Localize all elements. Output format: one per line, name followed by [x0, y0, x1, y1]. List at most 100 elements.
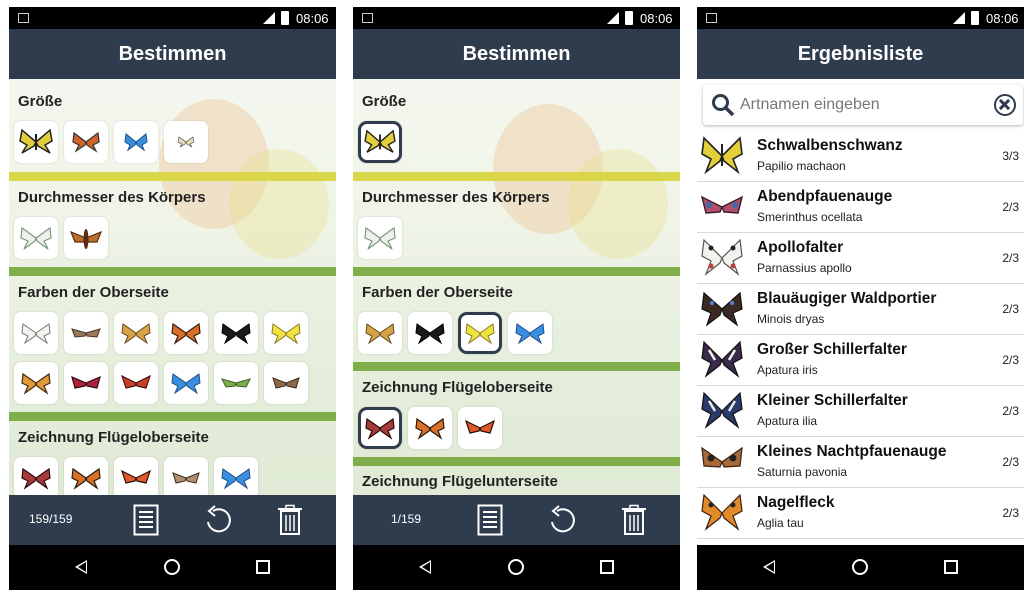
- status-bar: 08:06: [9, 7, 336, 29]
- color-option-orange[interactable]: [164, 312, 208, 354]
- butterfly-icon: [121, 323, 151, 345]
- battery-icon: [281, 11, 289, 25]
- recent-apps-icon[interactable]: [944, 560, 958, 574]
- section-divider: [353, 267, 680, 276]
- pattern-option-5[interactable]: [214, 457, 258, 495]
- match-score: 2/3: [1002, 200, 1019, 214]
- search-placeholder: Artnamen eingeben: [740, 96, 880, 113]
- color-option-brown-gray[interactable]: [64, 312, 108, 354]
- butterfly-icon: [20, 226, 52, 250]
- color-option-blue[interactable]: [508, 312, 552, 354]
- back-icon[interactable]: [75, 560, 87, 574]
- section-divider: [9, 412, 336, 421]
- result-counter: 1/159: [391, 512, 422, 526]
- pattern-option-1-selected[interactable]: [358, 407, 402, 449]
- image-notification-icon: [362, 13, 373, 23]
- color-option-green[interactable]: [214, 362, 258, 404]
- phone-screen-bestimmen-1: 08:06 Bestimmen Größe Durchmesser des Kö…: [9, 7, 336, 590]
- color-option-white[interactable]: [14, 312, 58, 354]
- undo-icon[interactable]: [203, 504, 233, 536]
- color-option-blue[interactable]: [164, 362, 208, 404]
- list-item[interactable]: Apollofalter Parnassius apollo 2/3: [697, 233, 1024, 284]
- list-icon[interactable]: [477, 504, 503, 536]
- list-item[interactable]: Nagelfleck Aglia tau 2/3: [697, 488, 1024, 539]
- size-option-small[interactable]: [114, 121, 158, 163]
- list-item[interactable]: Kleiner Schillerfalter Apatura ilia 2/3: [697, 386, 1024, 437]
- section-title-upper-pattern: Zeichnung Flügeloberseite: [18, 429, 209, 446]
- pattern-option-3[interactable]: [114, 457, 158, 495]
- size-option-large[interactable]: [14, 121, 58, 163]
- butterfly-icon: [21, 372, 51, 395]
- color-option-ochre[interactable]: [114, 312, 158, 354]
- undo-icon[interactable]: [547, 504, 577, 536]
- body-option-thin[interactable]: [14, 217, 58, 259]
- list-item[interactable]: Kleines Nachtpfauenauge Saturnia pavonia…: [697, 437, 1024, 488]
- pattern-option-2[interactable]: [408, 407, 452, 449]
- clear-search-icon[interactable]: [994, 94, 1016, 116]
- list-item[interactable]: Schwalbenschwanz Papilio machaon 3/3: [697, 131, 1024, 182]
- butterfly-thumbnail-icon: [701, 493, 743, 531]
- section-title-body-diameter: Durchmesser des Körpers: [18, 189, 206, 206]
- pattern-option-2[interactable]: [64, 457, 108, 495]
- species-name: Blauäugiger Waldportier: [757, 290, 937, 307]
- species-latin-name: Minois dryas: [757, 312, 825, 326]
- color-option-red-black[interactable]: [64, 362, 108, 404]
- list-item[interactable]: Abendpfauenauge Smerinthus ocellata 2/3: [697, 182, 1024, 233]
- species-name: Apollofalter: [757, 239, 844, 256]
- color-option-yellow-selected[interactable]: [458, 312, 502, 354]
- battery-icon: [625, 11, 633, 25]
- species-latin-name: Aglia tau: [757, 516, 804, 530]
- list-item[interactable]: Blauäugiger Waldportier Minois dryas 2/3: [697, 284, 1024, 335]
- butterfly-icon: [69, 229, 103, 249]
- page-title: Ergebnisliste: [697, 29, 1024, 79]
- status-time: 08:06: [986, 11, 1019, 26]
- color-option-black[interactable]: [408, 312, 452, 354]
- butterfly-icon: [21, 323, 51, 345]
- size-option-medium[interactable]: [64, 121, 108, 163]
- size-option-large-selected[interactable]: [358, 121, 402, 163]
- match-score: 2/3: [1002, 506, 1019, 520]
- section-title-upper-colors: Farben der Oberseite: [362, 284, 513, 301]
- section-title-body-diameter: Durchmesser des Körpers: [362, 189, 550, 206]
- color-option-yellow[interactable]: [264, 312, 308, 354]
- recent-apps-icon[interactable]: [256, 560, 270, 574]
- color-option-ochre[interactable]: [358, 312, 402, 354]
- pattern-option-1[interactable]: [14, 457, 58, 495]
- section-divider: [9, 267, 336, 276]
- pattern-option-4[interactable]: [164, 457, 208, 495]
- back-icon[interactable]: [763, 560, 775, 574]
- pattern-option-3[interactable]: [458, 407, 502, 449]
- butterfly-thumbnail-icon: [701, 446, 743, 468]
- signal-icon: [953, 12, 965, 24]
- species-name: Großer Schillerfalter: [757, 341, 907, 358]
- home-icon[interactable]: [852, 559, 868, 575]
- species-latin-name: Papilio machaon: [757, 159, 846, 173]
- color-option-red-orange[interactable]: [114, 362, 158, 404]
- list-item[interactable]: Großer Schillerfalter Apatura iris 2/3: [697, 335, 1024, 386]
- butterfly-icon: [365, 417, 395, 440]
- section-divider: [9, 172, 336, 181]
- butterfly-icon: [120, 469, 152, 484]
- body-option-thin[interactable]: [358, 217, 402, 259]
- trash-icon[interactable]: [277, 504, 303, 536]
- color-option-orange-spotted[interactable]: [14, 362, 58, 404]
- filter-content: Größe Durchmesser des Körpers Farben der…: [353, 79, 680, 495]
- trash-icon[interactable]: [621, 504, 647, 536]
- species-latin-name: Apatura ilia: [757, 414, 818, 428]
- species-latin-name: Smerinthus ocellata: [757, 210, 863, 224]
- butterfly-icon: [124, 133, 148, 152]
- body-option-thick[interactable]: [64, 217, 108, 259]
- list-icon[interactable]: [133, 504, 159, 536]
- home-icon[interactable]: [508, 559, 524, 575]
- butterfly-icon: [515, 323, 545, 345]
- search-icon: [712, 94, 735, 117]
- back-icon[interactable]: [419, 560, 431, 574]
- home-icon[interactable]: [164, 559, 180, 575]
- species-name: Schwalbenschwanz: [757, 137, 903, 154]
- search-input[interactable]: Artnamen eingeben: [703, 85, 1023, 125]
- color-option-brown-moth[interactable]: [264, 362, 308, 404]
- butterfly-icon: [177, 136, 195, 148]
- size-option-tiny[interactable]: [164, 121, 208, 163]
- recent-apps-icon[interactable]: [600, 560, 614, 574]
- color-option-black[interactable]: [214, 312, 258, 354]
